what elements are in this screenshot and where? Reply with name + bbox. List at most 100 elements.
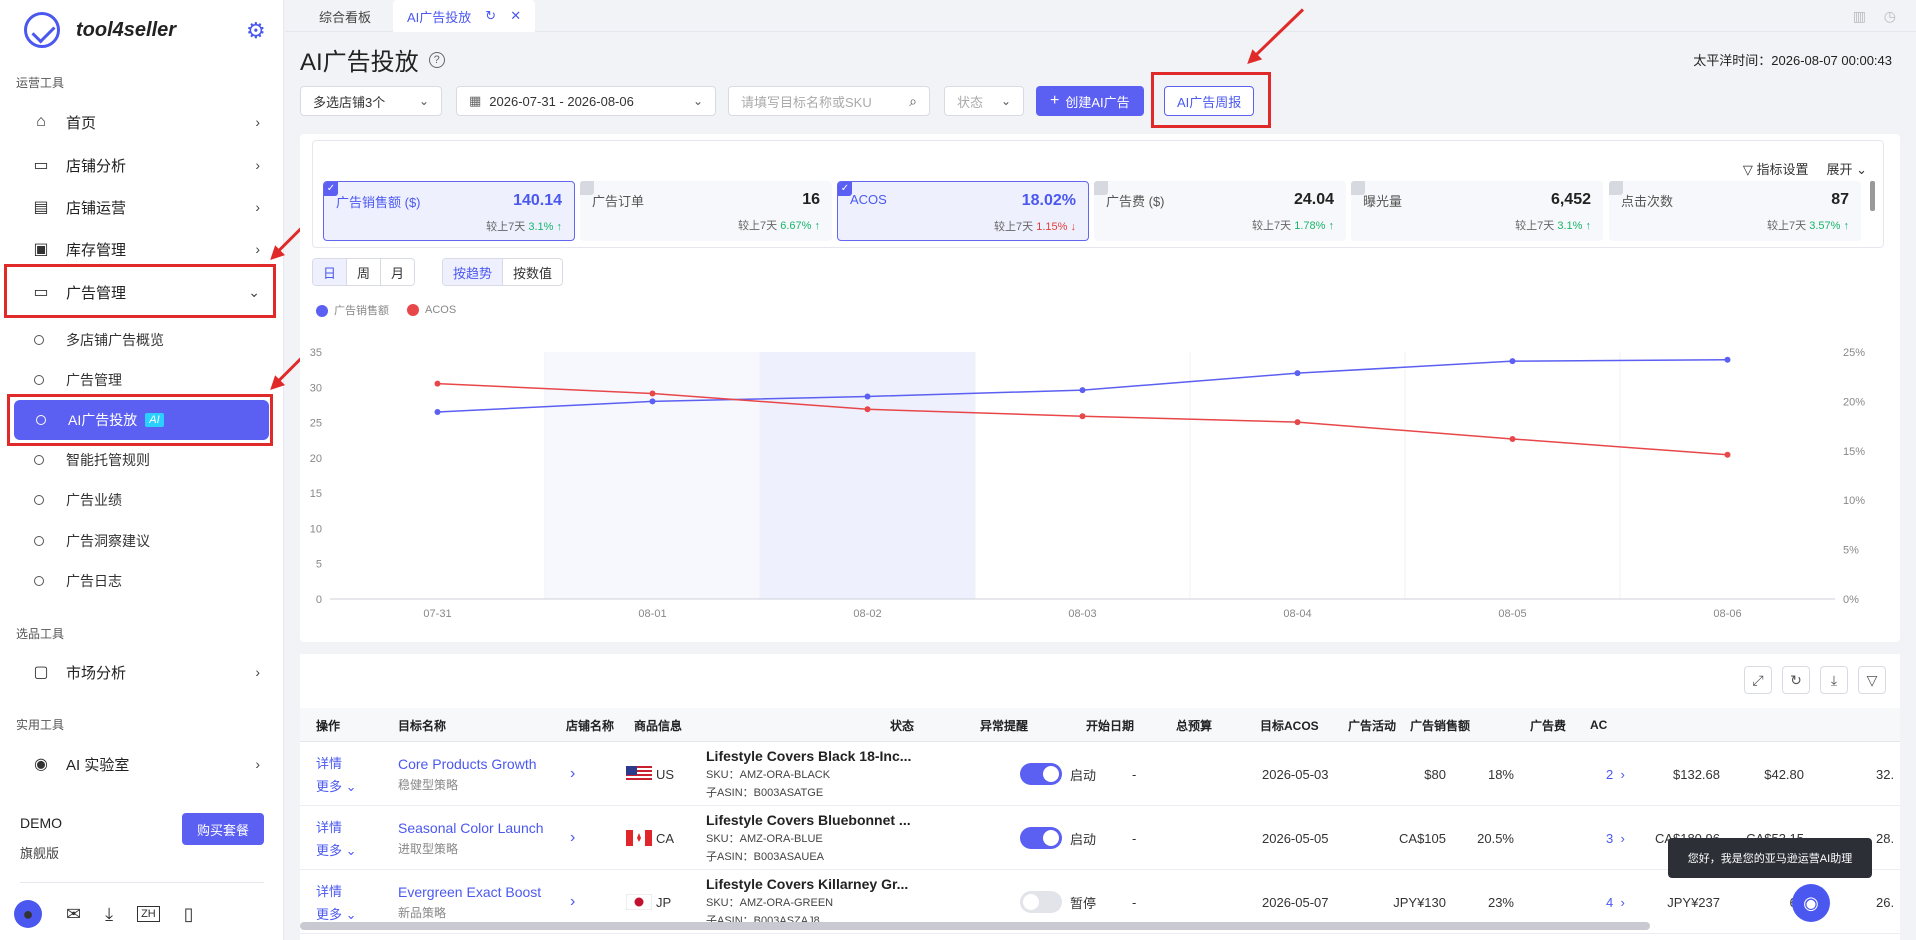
sidebar-subitem-logs[interactable]: 广告日志 [34, 567, 264, 595]
sidebar-subitem-insights[interactable]: 广告洞察建议 [34, 527, 264, 555]
product-title[interactable]: Lifestyle Covers Black 18-Inc... [706, 748, 911, 764]
table-row[interactable]: 详情 更多 ⌄ Seasonal Color Launch 进取型策略 › CA Lifes… [300, 806, 1900, 870]
target-name[interactable]: Seasonal Color Launch [398, 820, 544, 836]
tab-dashboard[interactable]: 综合看板 [305, 0, 385, 32]
data-point-sales[interactable] [434, 408, 441, 415]
data-point-acos[interactable] [1079, 413, 1086, 420]
data-point-acos[interactable] [1509, 435, 1516, 442]
column-header[interactable]: 广告费 [1530, 708, 1566, 742]
data-point-acos[interactable] [434, 380, 441, 387]
more-dropdown[interactable]: 更多 ⌄ [316, 904, 357, 923]
refresh-icon[interactable]: ↻ [485, 8, 496, 24]
sidebar-item-inventory[interactable]: ▣ 库存管理 › [30, 234, 260, 264]
avatar[interactable]: ● [14, 900, 42, 928]
column-header[interactable]: 开始日期 [1086, 708, 1134, 742]
detail-link[interactable]: 详情 [316, 881, 342, 900]
create-ai-ad-button[interactable]: + 创建AI广告 [1036, 86, 1144, 116]
data-point-sales[interactable] [649, 398, 656, 405]
detail-link[interactable]: 详情 [316, 817, 342, 836]
horizontal-scrollbar[interactable] [300, 922, 1650, 930]
column-header[interactable]: 目标ACOS [1260, 708, 1319, 742]
more-dropdown[interactable]: 更多 ⌄ [316, 776, 357, 795]
detail-link[interactable]: 详情 [316, 753, 342, 772]
sidebar-subitem-multi-store[interactable]: 多店铺广告概览 [34, 326, 264, 354]
target-strategy: 稳健型策略 [398, 777, 459, 792]
column-header[interactable]: 广告活动 [1348, 708, 1396, 742]
filter-icon[interactable]: ▽ [1858, 666, 1886, 694]
product-title[interactable]: Lifestyle Covers Bluebonnet ... [706, 812, 911, 828]
buy-plan-button[interactable]: 购买套餐 [182, 813, 264, 845]
campaigns-count: 4 [1606, 894, 1614, 910]
more-dropdown[interactable]: 更多 ⌄ [316, 840, 357, 859]
x-tick-label: 08-02 [853, 608, 881, 620]
language-icon[interactable]: ZH [137, 906, 160, 922]
sidebar-item-ai-lab[interactable]: ◉ AI 实验室 › [30, 749, 260, 779]
data-point-acos[interactable] [864, 406, 871, 413]
mail-icon[interactable]: ✉ [66, 904, 81, 925]
data-point-sales[interactable] [1724, 356, 1731, 363]
fullscreen-icon[interactable]: ⤢ [1744, 666, 1772, 694]
campaigns-cell[interactable]: 3 › [1606, 806, 1625, 870]
status-toggle[interactable] [1020, 763, 1062, 785]
sidebar-subitem-rules[interactable]: 智能托管规则 [34, 446, 264, 474]
help-icon[interactable]: ? [428, 51, 445, 68]
home-icon: ⌂ [36, 113, 46, 130]
data-point-acos[interactable] [1724, 451, 1731, 458]
campaigns-cell[interactable]: 2 › [1606, 742, 1625, 806]
close-icon[interactable]: ✕ [510, 8, 521, 24]
target-name[interactable]: Evergreen Exact Boost [398, 884, 541, 900]
sidebar-item-market[interactable]: ▢ 市场分析 › [30, 657, 260, 687]
target-name-cell[interactable]: Core Products Growth 稳健型策略 [398, 742, 578, 806]
column-header[interactable]: 店铺名称 [566, 708, 614, 742]
column-header[interactable]: 目标名称 [398, 708, 446, 742]
column-header[interactable]: AC [1590, 708, 1607, 742]
download-icon[interactable]: ⤓ [105, 904, 113, 925]
status-toggle[interactable] [1020, 891, 1062, 913]
status-toggle[interactable] [1020, 827, 1062, 849]
chevron-right-icon[interactable]: › [570, 742, 575, 806]
logo[interactable]: tool4seller [24, 12, 176, 48]
product-title[interactable]: Lifestyle Covers Killarney Gr... [706, 876, 908, 892]
toggle-knob [1043, 830, 1059, 846]
target-name[interactable]: Core Products Growth [398, 756, 537, 772]
clock-icon[interactable]: ◷ [1884, 8, 1896, 25]
sidebar-item-store-analysis[interactable]: ▭ 店铺分析 › [30, 150, 260, 180]
search-placeholder: 请填写目标名称或SKU [741, 94, 872, 110]
date-range-value: 2026-07-31 - 2026-08-06 [489, 93, 634, 109]
timezone-time: 太平洋时间：2026-08-07 00:00:43 [1693, 53, 1892, 68]
y-left-tick-label: 30 [310, 382, 322, 394]
data-point-acos[interactable] [1294, 419, 1301, 426]
gear-icon[interactable]: ⚙ [246, 18, 266, 44]
campaigns-count: 3 [1606, 830, 1614, 846]
download-icon[interactable]: ⤓ [1820, 666, 1848, 694]
data-point-sales[interactable] [1509, 358, 1516, 365]
search-input[interactable]: 请填写目标名称或SKU ⌕ [728, 86, 930, 116]
sidebar-item-home[interactable]: ⌂ 首页 › [30, 107, 260, 137]
sidebar-item-store-ops[interactable]: ▤ 店铺运营 › [30, 192, 260, 222]
search-icon[interactable]: ⌕ [909, 93, 917, 110]
phone-icon[interactable]: ▯ [184, 904, 194, 925]
column-header[interactable]: 总预算 [1176, 708, 1212, 742]
data-point-sales[interactable] [1079, 387, 1086, 394]
status-select[interactable]: 状态 ⌄ [944, 86, 1024, 116]
column-header[interactable]: 状态 [890, 708, 914, 742]
column-header[interactable]: 商品信息 [634, 708, 682, 742]
sidebar-subitem-performance[interactable]: 广告业绩 [34, 486, 264, 514]
column-header[interactable]: 广告销售额 [1410, 708, 1470, 742]
column-header[interactable]: 操作 [316, 708, 340, 742]
ai-assistant-button[interactable]: ◉ [1792, 884, 1830, 922]
tab-ai-ads[interactable]: AI广告投放 ↻ ✕ [393, 0, 536, 32]
target-name-cell[interactable]: Seasonal Color Launch 进取型策略 [398, 806, 578, 870]
data-point-acos[interactable] [649, 390, 656, 397]
table-row[interactable]: 详情 更多 ⌄ Core Products Growth 稳健型策略 › US Lifest… [300, 742, 1900, 806]
chevron-right-icon[interactable]: › [570, 806, 575, 870]
refresh-icon[interactable]: ↻ [1782, 666, 1810, 694]
sidebar-subitem-ad-manage[interactable]: 广告管理 [34, 366, 264, 394]
data-point-sales[interactable] [1294, 370, 1301, 377]
data-point-sales[interactable] [864, 393, 871, 400]
column-header[interactable]: 异常提醒 [980, 708, 1028, 742]
date-range-picker[interactable]: ▦ 2026-07-31 - 2026-08-06 ⌄ [456, 86, 716, 116]
trash-icon[interactable]: ▥ [1853, 8, 1866, 25]
store-select[interactable]: 多选店铺3个 ⌄ [300, 86, 442, 116]
acos-cell: 26. [1876, 894, 1895, 910]
